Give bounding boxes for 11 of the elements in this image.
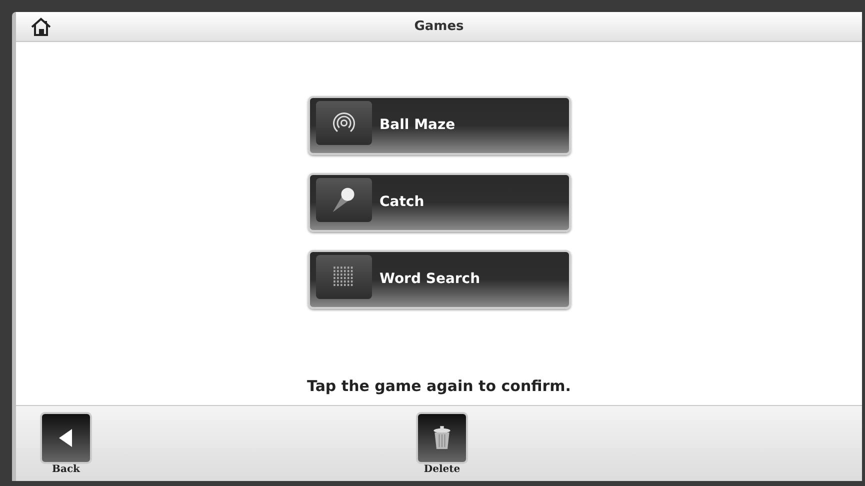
back-button[interactable] — [40, 412, 92, 464]
home-icon[interactable] — [30, 17, 52, 37]
confirm-message: Tap the game again to confirm. — [307, 376, 571, 396]
delete-button[interactable] — [416, 412, 468, 464]
trash-can-icon — [431, 425, 453, 451]
screen-title: Games — [414, 18, 464, 36]
button-label: Delete — [424, 464, 460, 476]
game-button[interactable]: Ball Maze — [308, 96, 570, 155]
button-label: Back — [52, 464, 80, 476]
game-button[interactable]: Catch — [308, 173, 570, 232]
game-button[interactable]: Word Search — [308, 250, 570, 309]
